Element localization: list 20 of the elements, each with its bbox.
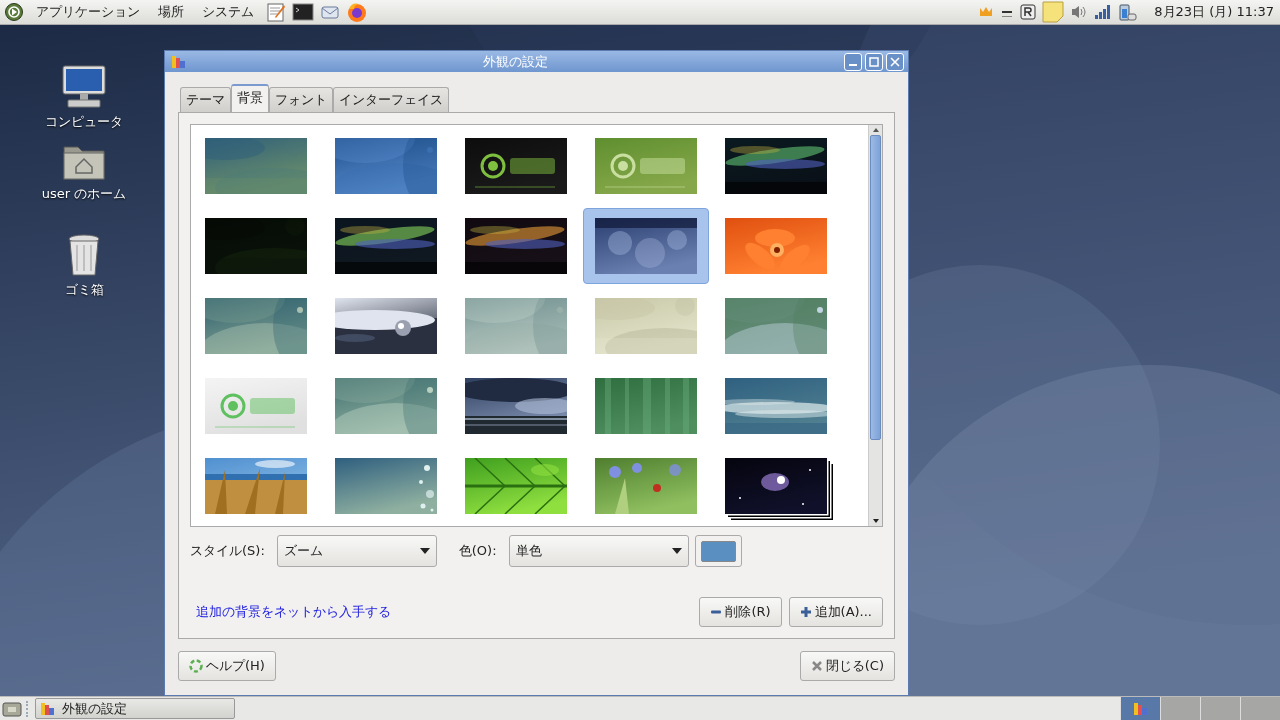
signal-icon[interactable] — [1094, 4, 1113, 20]
battery-icon[interactable] — [1118, 2, 1139, 22]
logo-icon[interactable] — [4, 2, 24, 22]
menu-item[interactable]: システム — [196, 3, 260, 21]
workspace-cell[interactable] — [1120, 696, 1160, 720]
text-editor-icon[interactable] — [266, 2, 286, 22]
task-button[interactable]: 外観の設定 — [35, 698, 235, 719]
r-key-icon[interactable] — [1020, 4, 1037, 20]
workspace-cell[interactable] — [1160, 696, 1200, 720]
terminal-icon[interactable] — [292, 2, 314, 22]
menu-item[interactable]: アプリケーション — [30, 3, 146, 21]
clock[interactable]: 8月23日 (月) 11:37 — [1154, 3, 1274, 21]
browser-icon[interactable] — [346, 1, 368, 23]
palette-icon — [40, 700, 56, 717]
workspace-cell[interactable] — [1200, 696, 1240, 720]
palette-icon — [1132, 700, 1149, 717]
workspace-cell[interactable] — [1240, 696, 1280, 720]
menu-item[interactable]: 場所 — [152, 3, 190, 21]
show-desktop-icon[interactable] — [2, 699, 22, 718]
speaker-icon[interactable] — [1070, 4, 1089, 20]
